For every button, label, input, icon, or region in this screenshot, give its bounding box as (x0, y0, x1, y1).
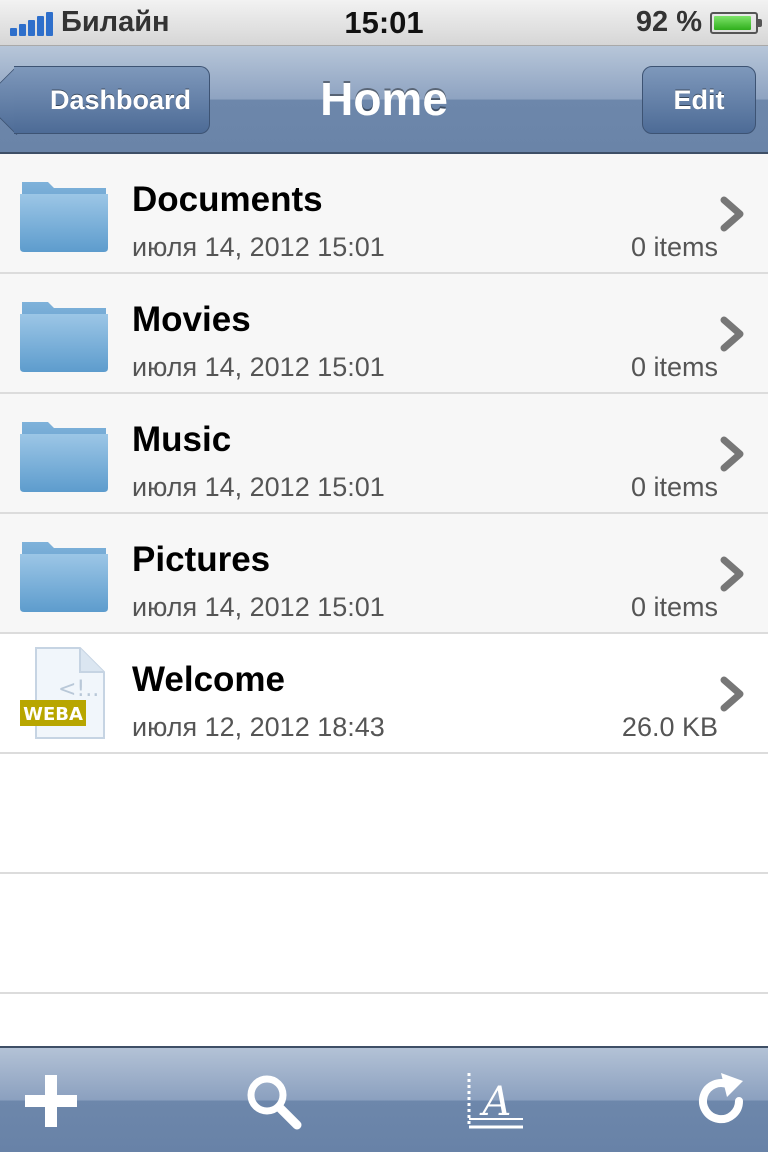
text-format-button[interactable]: A (460, 1066, 530, 1136)
list-item[interactable]: Documents июля 14, 2012 15:01 0 items (0, 154, 768, 274)
battery-icon (710, 11, 762, 34)
bottom-toolbar: A (0, 1046, 768, 1152)
refresh-button[interactable] (686, 1066, 756, 1136)
search-icon (247, 1075, 302, 1130)
list-item[interactable]: <!.. WEBA Welcome июля 12, 2012 18:43 26.0… (0, 634, 768, 754)
item-size: 0 items (630, 352, 718, 382)
chevron-right-icon[interactable] (716, 674, 748, 714)
empty-row (0, 874, 768, 994)
item-date: июля 14, 2012 15:01 (132, 592, 385, 622)
search-button[interactable] (238, 1066, 308, 1136)
folder-icon (18, 176, 110, 254)
item-date: июля 14, 2012 15:01 (132, 232, 385, 262)
item-date: июля 14, 2012 15:01 (132, 352, 385, 382)
list-item[interactable]: Movies июля 14, 2012 15:01 0 items (0, 274, 768, 394)
battery-percent: 92 % (635, 6, 702, 38)
folder-icon (18, 536, 110, 614)
plus-icon (25, 1075, 77, 1127)
list-item[interactable]: Music июля 14, 2012 15:01 0 items (0, 394, 768, 514)
list-item[interactable]: Pictures июля 14, 2012 15:01 0 items (0, 514, 768, 634)
item-name: Documents (132, 180, 323, 219)
battery-fill (714, 15, 751, 30)
status-bar: Билайн 15:01 92 % (0, 0, 768, 46)
svg-text:A: A (479, 1079, 512, 1125)
item-size: 0 items (630, 472, 718, 502)
item-name: Music (132, 420, 232, 459)
carrier-name: Билайн (61, 6, 170, 38)
add-button[interactable] (16, 1066, 86, 1136)
status-left: Билайн (10, 6, 170, 39)
item-name: Pictures (132, 540, 271, 579)
item-date: июля 12, 2012 18:43 (132, 712, 385, 742)
chevron-right-icon[interactable] (716, 554, 748, 594)
signal-strength-icon (10, 10, 53, 36)
item-size: 0 items (630, 592, 718, 622)
refresh-icon (699, 1073, 744, 1124)
svg-text:WEBA: WEBA (23, 704, 83, 725)
file-list: Documents июля 14, 2012 15:01 0 items Movi… (0, 154, 768, 754)
item-name: Welcome (132, 660, 286, 699)
chevron-right-icon[interactable] (716, 434, 748, 474)
weba-file-icon: <!.. WEBA (18, 646, 110, 739)
text-format-icon: A (467, 1073, 523, 1129)
chevron-right-icon[interactable] (716, 314, 748, 354)
svg-text:<!..: <!.. (58, 677, 99, 702)
empty-row (0, 754, 768, 874)
item-size: 26.0 KB (621, 712, 718, 742)
edit-button[interactable]: Edit (642, 66, 756, 134)
item-size: 0 items (630, 232, 718, 262)
folder-icon (18, 416, 110, 494)
navigation-bar: Dashboard Home Edit (0, 46, 768, 154)
chevron-right-icon[interactable] (716, 194, 748, 234)
empty-list-area (0, 754, 768, 994)
folder-icon (18, 296, 110, 374)
status-right: 92 % (635, 6, 762, 39)
item-date: июля 14, 2012 15:01 (132, 472, 385, 502)
item-name: Movies (132, 300, 251, 339)
